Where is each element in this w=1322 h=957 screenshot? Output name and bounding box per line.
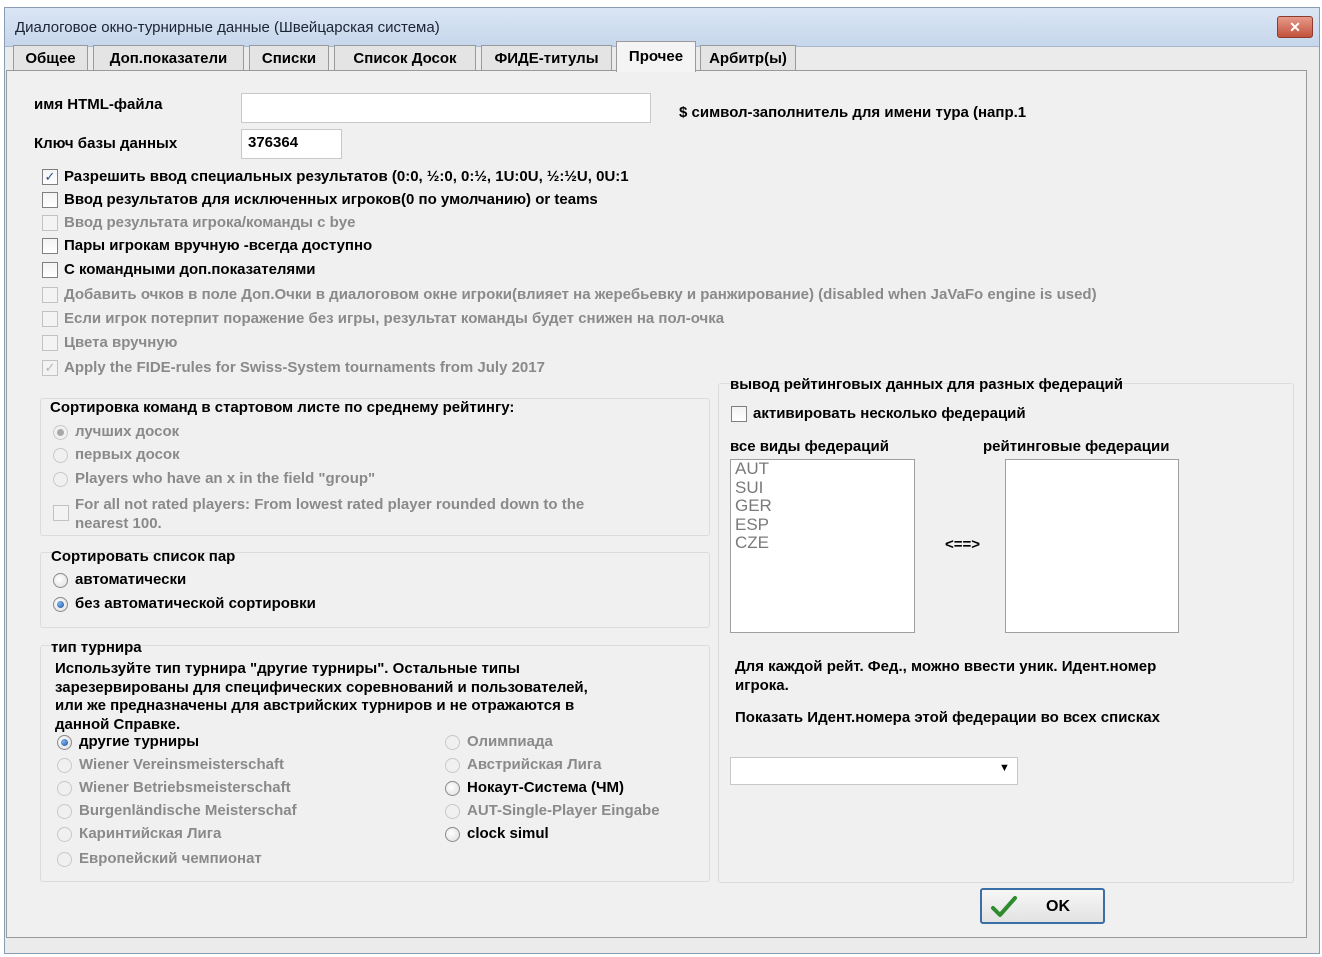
- team-sort-first-boards-label: первых досок: [75, 446, 180, 463]
- bye-result-checkbox: [42, 215, 58, 231]
- list-item[interactable]: ESP: [731, 515, 914, 535]
- manual-colors-label: Цвета вручную: [64, 334, 178, 351]
- type-european-championship-label: Европейский чемпионат: [79, 850, 262, 867]
- tournament-type-desc-3: или же предназначены для австрийских тур…: [55, 697, 575, 714]
- pair-sort-auto-radio[interactable]: [53, 573, 68, 588]
- type-knockout-label: Нокаут-Система (ЧМ): [467, 779, 625, 796]
- team-sort-best-boards-label: лучших досок: [75, 423, 180, 440]
- rating-federations-listbox[interactable]: [1005, 459, 1179, 633]
- excluded-players-results-checkbox[interactable]: [42, 192, 58, 208]
- html-file-hint: $ символ-заполнитель для имени тура (нап…: [679, 104, 1027, 121]
- type-other-tournaments-label: другие турниры: [79, 733, 200, 750]
- list-item[interactable]: AUT: [731, 459, 914, 479]
- federations-title: вывод рейтинговых данных для разных феде…: [730, 376, 1123, 393]
- show-ids-label: Показать Идент.номера этой федерации во …: [735, 709, 1160, 726]
- tab-lists[interactable]: Списки: [249, 45, 329, 71]
- type-clock-simul-label: clock simul: [467, 825, 549, 842]
- tournament-type-desc-2: зарезервированы для специфических соревн…: [55, 679, 588, 696]
- unique-id-info-line2: игрока.: [735, 677, 789, 694]
- all-federations-listbox[interactable]: AUT SUI GER ESP CZE: [730, 459, 915, 633]
- manual-pairing-checkbox[interactable]: [42, 238, 58, 254]
- type-burgenland-radio: [57, 804, 72, 819]
- type-aut-single-player-radio: [445, 804, 460, 819]
- type-olympiad-radio: [445, 735, 460, 750]
- type-wiener-betrieb-label: Wiener Betriebsmeisterschaft: [79, 779, 291, 796]
- tournament-type-title: тип турнира: [51, 639, 142, 656]
- type-wiener-verein-label: Wiener Vereinsmeisterschaft: [79, 756, 284, 773]
- allow-special-results-checkbox[interactable]: ✓: [42, 169, 58, 185]
- tab-arbiters[interactable]: Арбитр(ы): [700, 45, 796, 71]
- tab-board-list[interactable]: Список Досок: [334, 45, 476, 71]
- rating-federations-label: рейтинговые федерации: [983, 438, 1170, 455]
- unrated-players-label-line1: For all not rated players: From lowest r…: [75, 496, 585, 513]
- type-carinthia-league-label: Каринтийская Лига: [79, 825, 222, 842]
- team-tiebreaks-checkbox[interactable]: [42, 262, 58, 278]
- tournament-type-desc-1: Используйте тип турнира "другие турниры"…: [55, 660, 520, 677]
- manual-colors-checkbox: [42, 335, 58, 351]
- checkmark-icon: [991, 896, 1017, 917]
- team-sort-first-boards-radio: [53, 448, 68, 463]
- type-carinthia-league-radio: [57, 827, 72, 842]
- type-olympiad-label: Олимпиада: [467, 733, 553, 750]
- show-ids-federation-select[interactable]: ▼: [730, 757, 1018, 785]
- html-file-label: имя HTML-файла: [34, 96, 163, 113]
- list-item[interactable]: CZE: [731, 533, 914, 553]
- unique-id-info-line1: Для каждой рейт. Фед., можно ввести уник…: [735, 658, 1157, 675]
- html-file-input[interactable]: [241, 93, 651, 123]
- pair-sort-auto-label: автоматически: [75, 571, 187, 588]
- list-item[interactable]: SUI: [731, 478, 914, 498]
- window-title: Диалоговое окно-турнирные данные (Швейца…: [15, 19, 440, 36]
- db-key-input[interactable]: 376364: [241, 129, 342, 159]
- tab-fide-titles[interactable]: ФИДЕ-титулы: [481, 45, 612, 71]
- tab-extra-criteria[interactable]: Доп.показатели: [93, 45, 244, 71]
- activate-multiple-federations-checkbox[interactable]: [731, 406, 747, 422]
- manual-pairing-label: Пары игрокам вручную -всегда доступно: [64, 237, 373, 254]
- fide-rules-2017-checkbox: ✓: [42, 360, 58, 376]
- close-button[interactable]: ✕: [1277, 16, 1313, 38]
- pair-sort-none-label: без автоматической сортировки: [75, 595, 316, 612]
- type-wiener-betrieb-radio: [57, 781, 72, 796]
- forfeit-half-point-label: Если игрок потерпит поражение без игры, …: [64, 310, 725, 327]
- pair-sort-title: Сортировать список пар: [51, 548, 236, 565]
- ok-button-label: OK: [1046, 898, 1070, 915]
- activate-multiple-federations-label: активировать несколько федераций: [753, 405, 1026, 422]
- federations-group: [718, 383, 1294, 883]
- type-austrian-league-label: Австрийская Лига: [467, 756, 602, 773]
- extra-points-label: Добавить очков в поле Доп.Очки в диалого…: [64, 286, 1097, 303]
- pair-sort-none-radio[interactable]: [53, 597, 68, 612]
- unrated-players-label-line2: nearest 100.: [75, 515, 162, 532]
- team-sort-best-boards-radio: [53, 425, 68, 440]
- type-aut-single-player-label: AUT-Single-Player Eingabe: [467, 802, 660, 819]
- ok-button[interactable]: OK: [980, 888, 1105, 924]
- type-burgenland-label: Burgenländische Meisterschaf: [79, 802, 297, 819]
- tab-general[interactable]: Общее: [13, 45, 88, 71]
- type-austrian-league-radio: [445, 758, 460, 773]
- unrated-players-checkbox: [53, 505, 69, 521]
- type-knockout-radio[interactable]: [445, 781, 460, 796]
- all-federations-label: все виды федераций: [730, 438, 889, 455]
- db-key-label: Ключ базы данных: [34, 135, 178, 152]
- type-wiener-verein-radio: [57, 758, 72, 773]
- list-item[interactable]: GER: [731, 496, 914, 516]
- chevron-down-icon[interactable]: ▼: [999, 762, 1010, 774]
- allow-special-results-label: Разрешить ввод специальных результатов (…: [64, 168, 629, 185]
- type-european-championship-radio: [57, 852, 72, 867]
- team-tiebreaks-label: С командными доп.показателями: [64, 261, 316, 278]
- swap-federations-button[interactable]: <==>: [945, 536, 980, 553]
- team-sort-title: Сортировка команд в стартовом листе по с…: [50, 399, 515, 416]
- team-sort-group-x-label: Players who have an x in the field "grou…: [75, 470, 376, 487]
- tab-other[interactable]: Прочее: [616, 41, 696, 72]
- excluded-players-results-label: Ввод результатов для исключенных игроков…: [64, 191, 598, 208]
- team-sort-group-x-radio: [53, 472, 68, 487]
- forfeit-half-point-checkbox: [42, 311, 58, 327]
- fide-rules-2017-label: Apply the FIDE-rules for Swiss-System to…: [64, 359, 545, 376]
- type-clock-simul-radio[interactable]: [445, 827, 460, 842]
- extra-points-checkbox: [42, 287, 58, 303]
- type-other-tournaments-radio[interactable]: [57, 735, 72, 750]
- bye-result-label: Ввод результата игрока/команды с bye: [64, 214, 356, 231]
- tournament-type-desc-4: данной Справке.: [55, 716, 181, 733]
